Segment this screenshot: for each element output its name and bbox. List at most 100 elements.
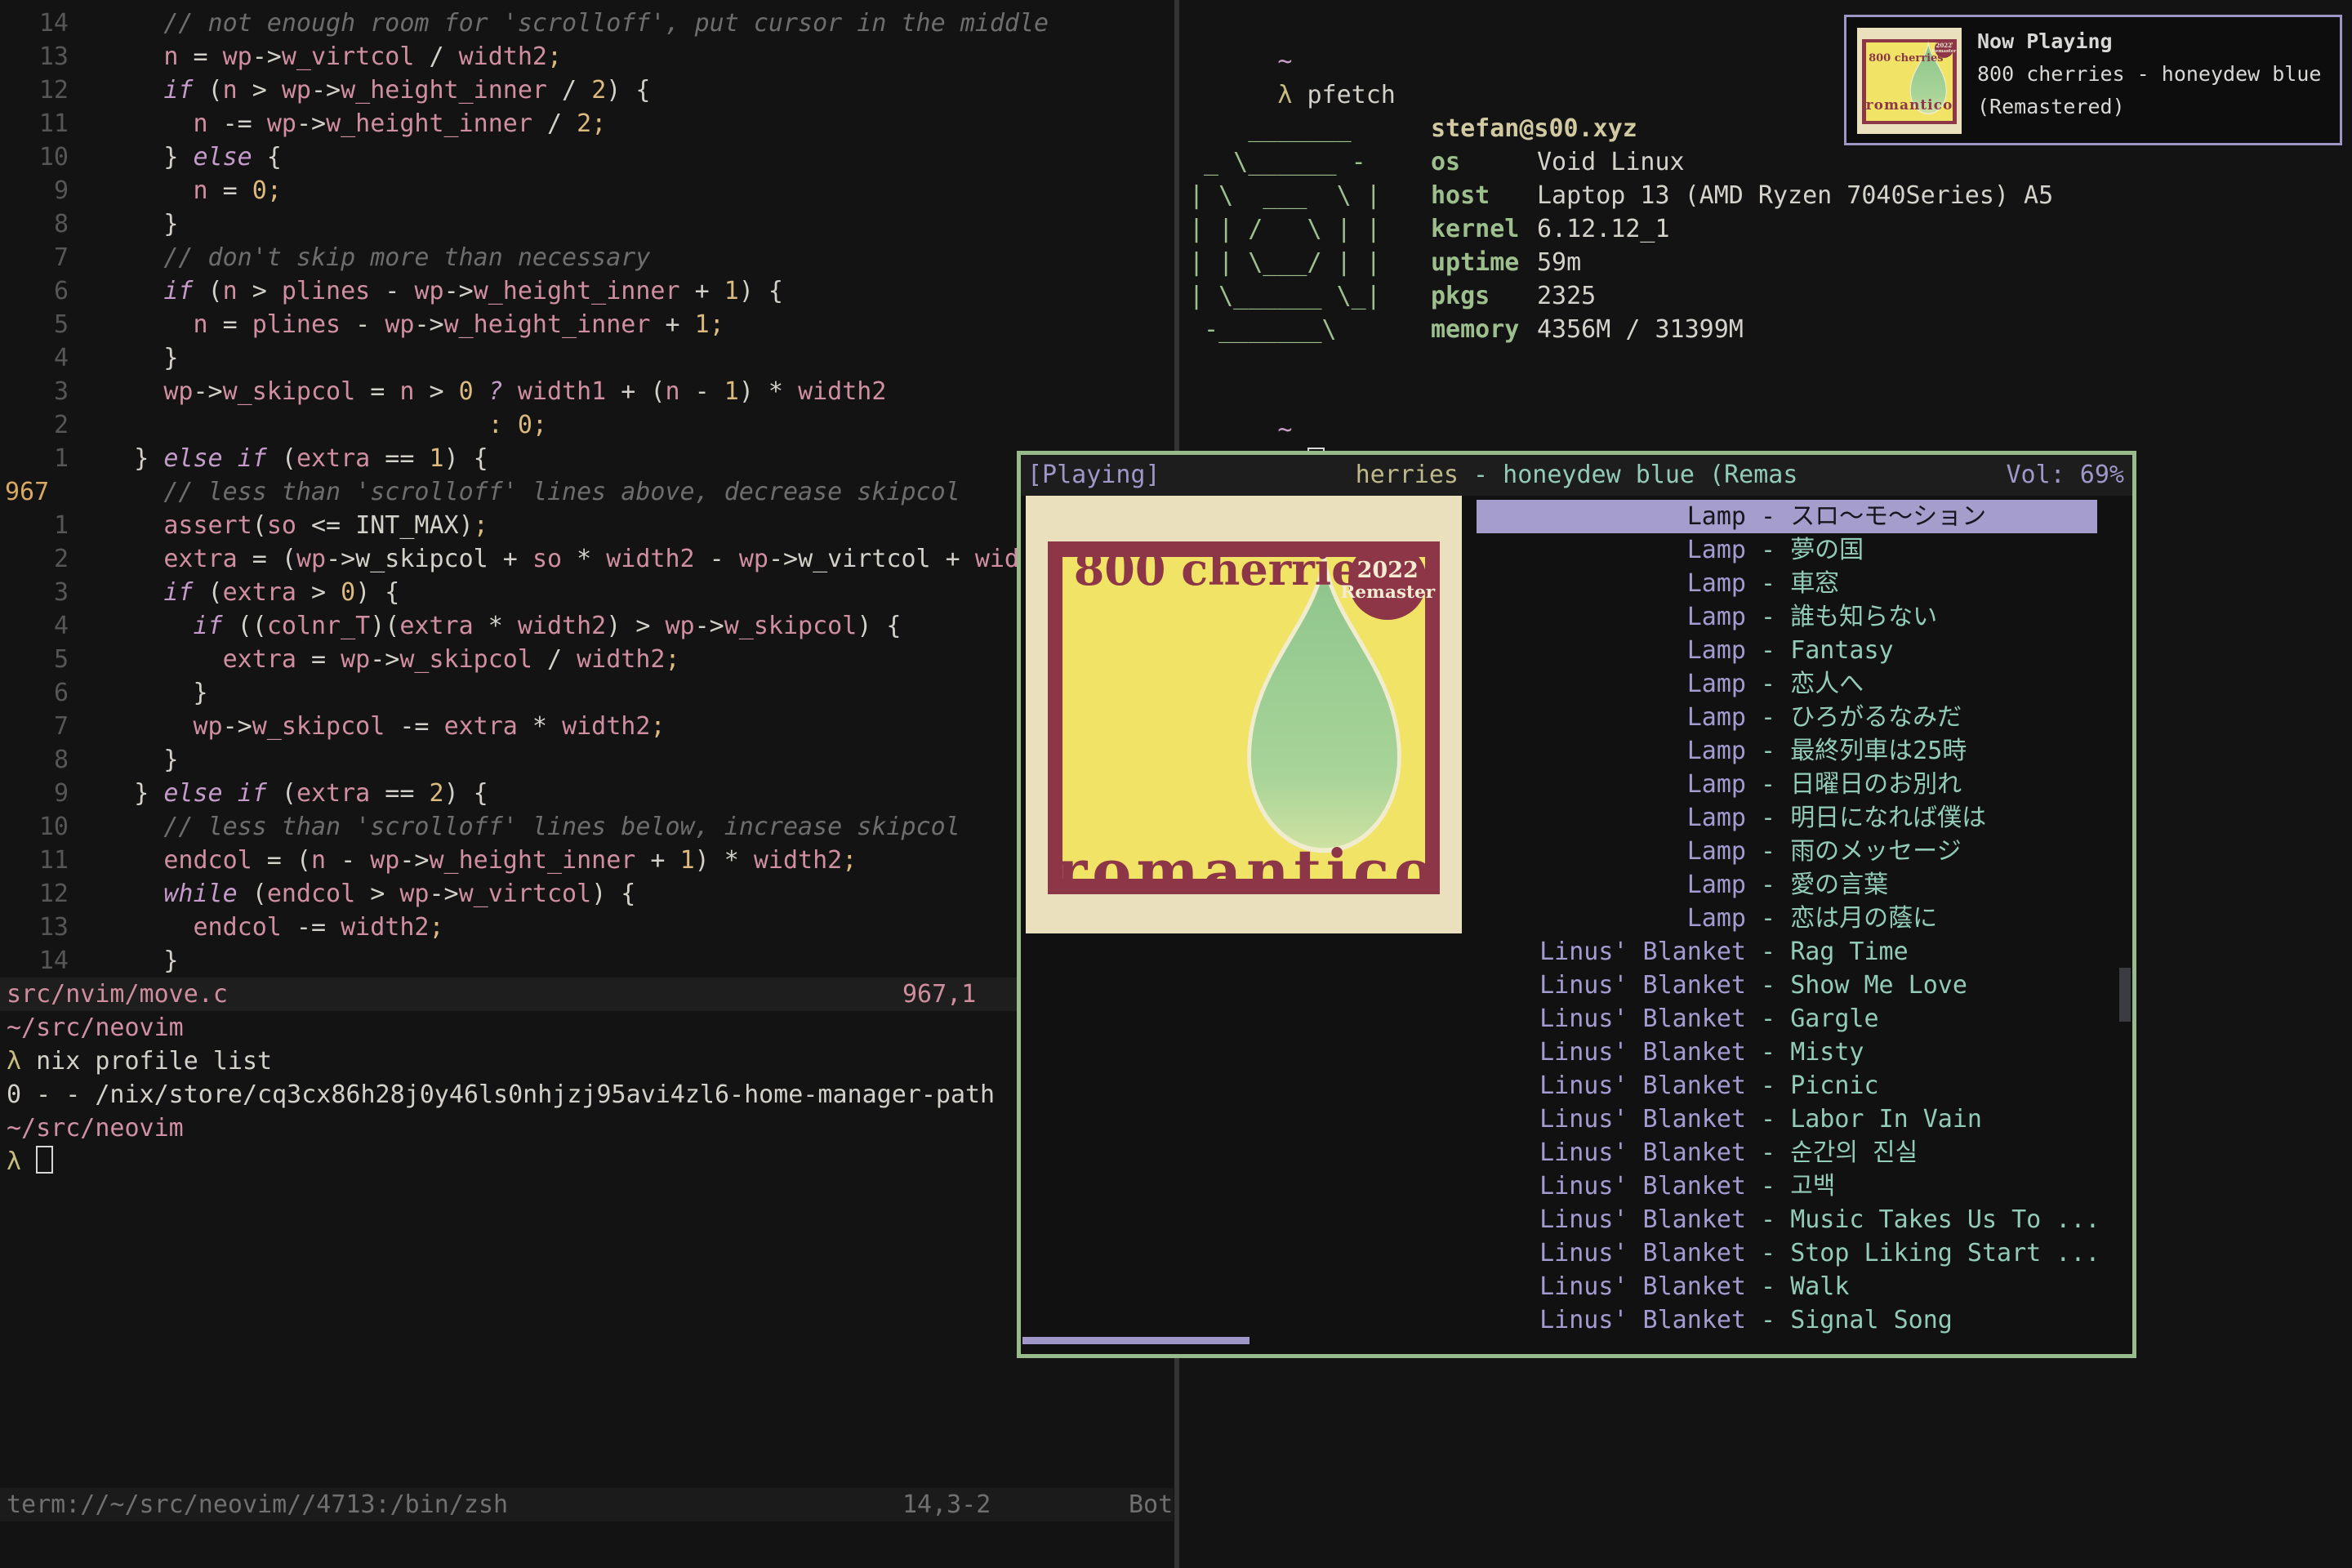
now-playing-notification[interactable]: 800 cherries 2022Remaster romantico Now … xyxy=(1844,15,2342,145)
code-line[interactable]: 9 } else if (extra == 2) { xyxy=(0,777,1174,810)
code-text: if (n > wp->w_height_inner / 2) { xyxy=(69,74,650,107)
playlist-row[interactable]: Lamp - 明日になれば僕は xyxy=(1477,801,2097,835)
code-line[interactable]: 14 // not enough room for 'scrolloff', p… xyxy=(0,7,1174,40)
code-line[interactable]: 4 } xyxy=(0,341,1174,375)
line-number: 9 xyxy=(0,777,69,810)
code-line[interactable]: 10 // less than 'scrolloff' lines below,… xyxy=(0,810,1174,844)
line-number: 9 xyxy=(0,174,69,207)
music-player-window[interactable]: [Playing] herries - honeydew blue (Remas… xyxy=(1017,451,2136,1358)
code-line[interactable]: 12 while (endcol > wp->w_virtcol) { xyxy=(0,877,1174,911)
code-text: // less than 'scrolloff' lines above, de… xyxy=(69,475,960,509)
player-now-playing-title: herries - honeydew blue (Remas xyxy=(1021,455,2132,496)
code-line[interactable]: 11 endcol = (n - wp->w_height_inner + 1)… xyxy=(0,844,1174,877)
code-line[interactable]: 9 n = 0; xyxy=(0,174,1174,207)
playlist-row[interactable]: Lamp - 恋人へ xyxy=(1477,667,2097,701)
playlist-row[interactable]: Lamp - ひろがるなみだ xyxy=(1477,701,2097,734)
code-line[interactable]: 10 } else { xyxy=(0,140,1174,174)
code-line[interactable]: 967 // less than 'scrolloff' lines above… xyxy=(0,475,1174,509)
playlist-row[interactable]: Linus' Blanket - Misty xyxy=(1477,1036,2097,1069)
line-number: 2 xyxy=(0,542,69,576)
code-text: } xyxy=(69,743,178,777)
pfetch-info-row: osVoid Linux xyxy=(1431,145,2053,179)
line-number: 5 xyxy=(0,308,69,341)
code-line[interactable]: 5 extra = wp->w_skipcol / width2; xyxy=(0,643,1174,676)
code-line[interactable]: 13 endcol -= width2; xyxy=(0,911,1174,944)
void-linux-ascii-logo: _______ _ \______ - | \ ___ \ | | | / \ … xyxy=(1189,112,1381,346)
code-line[interactable]: 3 if (extra > 0) { xyxy=(0,576,1174,609)
playlist-scrollbar[interactable] xyxy=(2119,968,2131,1022)
code-line[interactable]: 7 wp->w_skipcol -= extra * width2; xyxy=(0,710,1174,743)
playlist-row[interactable]: Lamp - 最終列車は25時 xyxy=(1477,734,2097,768)
line-number: 11 xyxy=(0,844,69,877)
playlist-row[interactable]: Linus' Blanket - Labor In Vain xyxy=(1477,1102,2097,1136)
code-line[interactable]: 2 extra = (wp->w_skipcol + so * width2 -… xyxy=(0,542,1174,576)
terminal-buffer-name: term://~/src/neovim//4713:/bin/zsh xyxy=(7,1488,508,1521)
notification-line1: 800 cherries - honeydew blue xyxy=(1977,58,2321,91)
code-text: n = wp->w_virtcol / width2; xyxy=(69,40,562,74)
line-number: 11 xyxy=(0,107,69,140)
nvim-terminal-buffer[interactable]: ~/src/neovimλ nix profile list0 - - /nix… xyxy=(7,1011,1166,1178)
notification-title: Now Playing xyxy=(1977,25,2321,58)
player-titlebar: [Playing] herries - honeydew blue (Remas… xyxy=(1021,455,2132,496)
notification-line2: (Remastered) xyxy=(1977,91,2321,123)
line-number: 2 xyxy=(0,408,69,442)
playlist-row[interactable]: Lamp - 誰も知らない xyxy=(1477,600,2097,634)
code-line[interactable]: 6 } xyxy=(0,676,1174,710)
playlist-row[interactable]: Linus' Blanket - Signal Song xyxy=(1477,1303,2097,1337)
playlist-row[interactable]: Lamp - 雨のメッセージ xyxy=(1477,835,2097,868)
code-line[interactable]: 14 } xyxy=(0,944,1174,978)
album-artist-text: 800 cherries xyxy=(1074,553,1384,586)
line-number: 1 xyxy=(0,509,69,542)
playlist-row[interactable]: Linus' Blanket - 고백 xyxy=(1477,1169,2097,1203)
playlist-row[interactable]: Lamp - Fantasy xyxy=(1477,634,2097,667)
code-text: assert(so <= INT_MAX); xyxy=(69,509,488,542)
terminal-line: ~/src/neovim xyxy=(7,1111,1166,1145)
code-text: endcol -= width2; xyxy=(69,911,444,944)
line-number: 3 xyxy=(0,576,69,609)
playlist-row[interactable]: Linus' Blanket - 순간의 진실 xyxy=(1477,1136,2097,1169)
code-text: endcol = (n - wp->w_height_inner + 1) * … xyxy=(69,844,857,877)
playlist-row[interactable]: Lamp - 車窓 xyxy=(1477,567,2097,600)
code-line[interactable]: 7 // don't skip more than necessary xyxy=(0,241,1174,274)
playlist-row[interactable]: Linus' Blanket - Walk xyxy=(1477,1270,2097,1303)
notification-text: Now Playing 800 cherries - honeydew blue… xyxy=(1977,25,2321,123)
nvim-code-buffer[interactable]: 14 // not enough room for 'scrolloff', p… xyxy=(0,7,1174,978)
desktop: 14 // not enough room for 'scrolloff', p… xyxy=(0,0,2352,1568)
line-number: 1 xyxy=(0,442,69,475)
code-line[interactable]: 11 n -= wp->w_height_inner / 2; xyxy=(0,107,1174,140)
line-number: 10 xyxy=(0,810,69,844)
code-line[interactable]: 8 } xyxy=(0,207,1174,241)
code-text: } else if (extra == 1) { xyxy=(69,442,488,475)
code-line[interactable]: 12 if (n > wp->w_height_inner / 2) { xyxy=(0,74,1174,107)
playlist-row[interactable]: Linus' Blanket - Rag Time xyxy=(1477,935,2097,969)
playlist-row[interactable]: Lamp - スロ〜モ〜ション xyxy=(1477,500,2097,533)
line-number: 8 xyxy=(0,743,69,777)
code-text: } else { xyxy=(69,140,282,174)
playlist-row[interactable]: Lamp - 恋は月の蔭に xyxy=(1477,902,2097,935)
code-line[interactable]: 1 assert(so <= INT_MAX); xyxy=(0,509,1174,542)
code-text: extra = wp->w_skipcol / width2; xyxy=(69,643,680,676)
code-line[interactable]: 5 n = plines - wp->w_height_inner + 1; xyxy=(0,308,1174,341)
code-line[interactable]: 1 } else if (extra == 1) { xyxy=(0,442,1174,475)
code-line[interactable]: 8 } xyxy=(0,743,1174,777)
playlist-row[interactable]: Linus' Blanket - Gargle xyxy=(1477,1002,2097,1036)
playlist-row[interactable]: Linus' Blanket - Music Takes Us To ... xyxy=(1477,1203,2097,1236)
code-text: wp->w_skipcol -= extra * width2; xyxy=(69,710,666,743)
code-text: } xyxy=(69,207,178,241)
playback-progress-bar[interactable] xyxy=(1022,1337,1250,1344)
code-text: // less than 'scrolloff' lines below, in… xyxy=(69,810,960,844)
playlist[interactable]: Lamp - スロ〜モ〜ションLamp - 夢の国Lamp - 車窓Lamp -… xyxy=(1477,500,2097,1337)
code-line[interactable]: 13 n = wp->w_virtcol / width2; xyxy=(0,40,1174,74)
playlist-row[interactable]: Lamp - 日曜日のお別れ xyxy=(1477,768,2097,801)
code-line[interactable]: 2 : 0; xyxy=(0,408,1174,442)
code-text: n = plines - wp->w_height_inner + 1; xyxy=(69,308,724,341)
playlist-row[interactable]: Linus' Blanket - Show Me Love xyxy=(1477,969,2097,1002)
playlist-row[interactable]: Linus' Blanket - Stop Liking Start ... xyxy=(1477,1236,2097,1270)
playlist-row[interactable]: Lamp - 愛の言葉 xyxy=(1477,868,2097,902)
code-line[interactable]: 6 if (n > plines - wp->w_height_inner + … xyxy=(0,274,1174,308)
playlist-row[interactable]: Lamp - 夢の国 xyxy=(1477,533,2097,567)
code-line[interactable]: 3 wp->w_skipcol = n > 0 ? width1 + (n - … xyxy=(0,375,1174,408)
pfetch-info-row: memory4356M / 31399M xyxy=(1431,313,2053,346)
playlist-row[interactable]: Linus' Blanket - Picnic xyxy=(1477,1069,2097,1102)
code-line[interactable]: 4 if ((colnr_T)(extra * width2) > wp->w_… xyxy=(0,609,1174,643)
